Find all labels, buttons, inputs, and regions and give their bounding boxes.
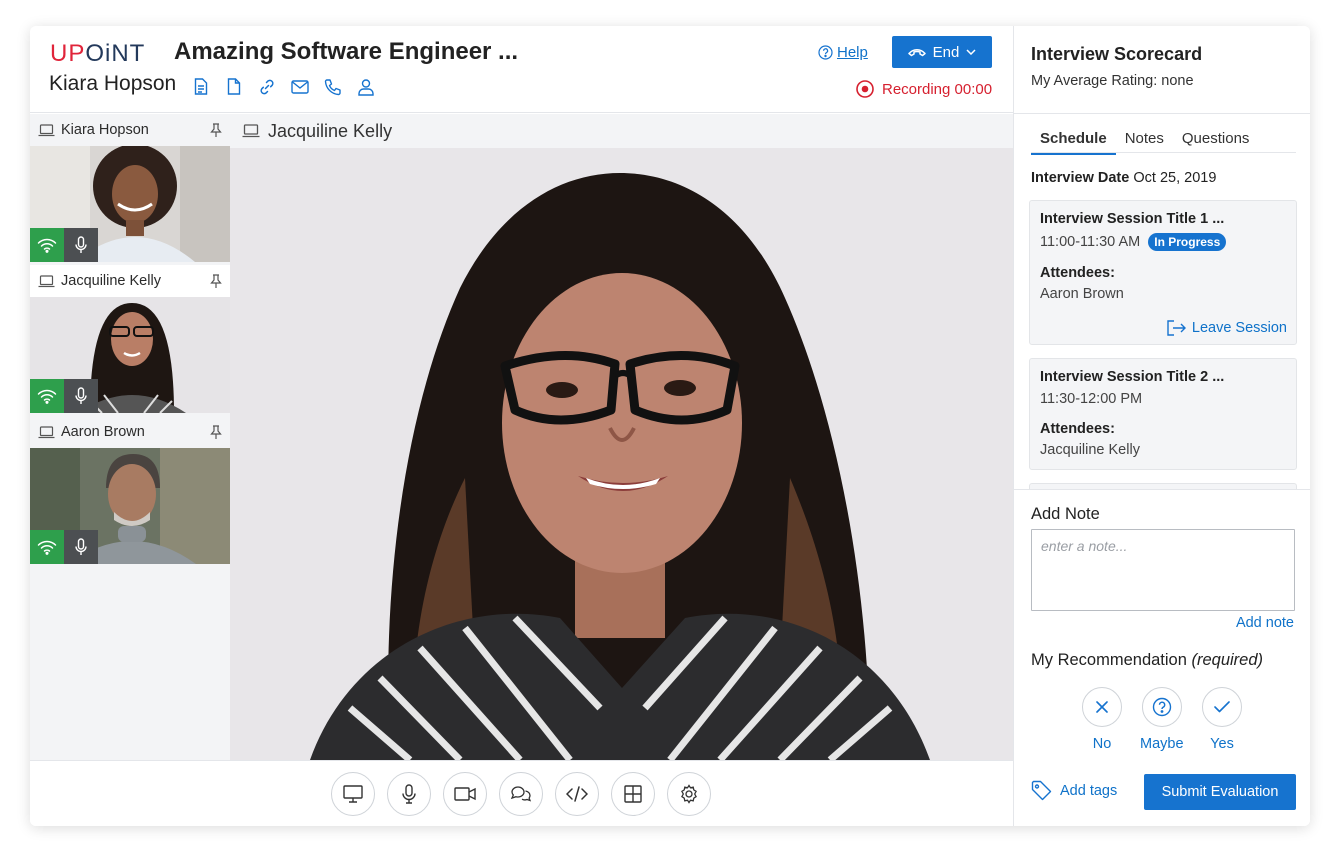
participant-tile[interactable]: Aaron Brown [30,416,230,564]
scorecard-title: Interview Scorecard [1031,44,1203,64]
laptop-icon [242,124,260,138]
session-title: Interview Session Title 1 ... [1040,211,1225,227]
mic-icon[interactable] [64,530,98,564]
note-input[interactable] [1031,529,1295,611]
participant-name: Aaron Brown [61,424,145,440]
link-icon[interactable] [256,76,277,97]
session-card: Interview Session Title 2 ... 11:30-12:0… [1029,358,1297,470]
screen-share-icon [343,785,363,803]
status-badge: In Progress [1148,233,1227,251]
candidate-actions [190,76,376,97]
pin-icon[interactable] [210,122,222,138]
scorecard-panel: Interview Scorecard My Average Rating: n… [1013,26,1310,826]
recommendation-heading: My Recommendation (required) [1031,651,1264,669]
check-icon [1214,701,1230,713]
laptop-icon [38,274,55,287]
add-tags-link[interactable]: Add tags [1031,780,1117,801]
job-title: Amazing Software Engineer ... [174,38,519,65]
participant-tile[interactable]: Kiara Hopson [30,114,230,262]
attendee-name: Jacquiline Kelly [1040,442,1140,458]
add-note-link[interactable]: Add note [1236,615,1294,631]
user-icon[interactable] [355,76,376,97]
mic-icon[interactable] [64,379,98,413]
camera-button[interactable] [443,772,487,816]
hang-up-icon [907,49,926,57]
session-time: 11:30-12:00 PM [1040,391,1143,407]
tab-questions[interactable]: Questions [1173,130,1259,155]
participant-list: Kiara Hopson Jacquiline Kelly Aaron Brow… [30,114,230,760]
pin-icon[interactable] [210,273,222,289]
chat-button[interactable] [499,772,543,816]
network-icon [30,379,64,413]
code-icon [566,786,588,802]
recording-icon [856,80,874,98]
phone-icon[interactable] [322,76,343,97]
session-time: 11:00-11:30 AM [1040,234,1141,250]
participant-name: Jacquiline Kelly [61,273,161,289]
attendee-name: Aaron Brown [1040,286,1124,302]
laptop-icon [38,123,55,136]
header: UPOiNT Amazing Software Engineer ... Kia… [30,26,1013,113]
settings-icon [681,784,697,804]
participant-name: Kiara Hopson [61,122,149,138]
recording-status: Recording 00:00 [856,80,992,98]
attendees-label: Attendees: [1040,265,1115,281]
microphone-button[interactable] [387,772,431,816]
mail-icon[interactable] [289,76,310,97]
code-editor-button[interactable] [555,772,599,816]
divider [1014,489,1310,490]
interview-date: Interview Date Oct 25, 2019 [1031,170,1217,186]
chat-icon [510,786,532,802]
document-icon[interactable] [190,76,211,97]
layout-grid-icon [624,785,642,803]
mic-icon[interactable] [64,228,98,262]
session-title: Interview Session Title 2 ... [1040,369,1225,385]
divider [1014,113,1310,114]
average-rating: My Average Rating: none [1031,73,1194,89]
submit-evaluation-button[interactable]: Submit Evaluation [1144,774,1296,810]
question-icon [1152,697,1171,717]
network-icon [30,530,64,564]
candidate-name: Kiara Hopson [49,72,177,95]
help-link[interactable]: Help [818,44,868,61]
tag-icon [1031,780,1052,801]
end-call-button[interactable]: End [892,36,992,68]
settings-button[interactable] [667,772,711,816]
upoint-logo: UPOiNT [50,40,146,67]
screen-share-button[interactable] [331,772,375,816]
file-icon[interactable] [223,76,244,97]
attendees-label: Attendees: [1040,421,1115,437]
microphone-icon [402,784,416,804]
x-icon [1096,701,1108,713]
main-video [230,148,1013,760]
session-card: Interview Session Title 1 ... 11:00-11:3… [1029,200,1297,345]
call-toolbar [30,760,1013,826]
participant-tile-active[interactable]: Jacquiline Kelly [30,265,230,413]
help-icon [818,45,833,60]
exit-icon [1167,320,1186,336]
recommend-maybe-button[interactable]: Maybe [1140,687,1184,752]
speaker-name: Jacquiline Kelly [268,120,393,141]
chevron-down-icon [966,49,976,55]
session-list[interactable]: Interview Session Title 1 ... 11:00-11:3… [1014,194,1310,489]
recommend-no-button[interactable]: No [1082,687,1122,752]
layout-button[interactable] [611,772,655,816]
stage-label: Jacquiline Kelly [230,114,1013,148]
tab-schedule[interactable]: Schedule [1031,130,1116,155]
camera-icon [454,787,476,801]
tab-notes[interactable]: Notes [1116,130,1173,155]
interview-app: UPOiNT Amazing Software Engineer ... Kia… [30,26,1310,826]
add-note-heading: Add Note [1031,505,1100,523]
leave-session-link[interactable]: Leave Session [1166,320,1287,336]
scorecard-tabs: Schedule Notes Questions [1031,130,1258,155]
laptop-icon [38,425,55,438]
recommend-yes-button[interactable]: Yes [1202,687,1242,752]
pin-icon[interactable] [210,424,222,440]
network-icon [30,228,64,262]
